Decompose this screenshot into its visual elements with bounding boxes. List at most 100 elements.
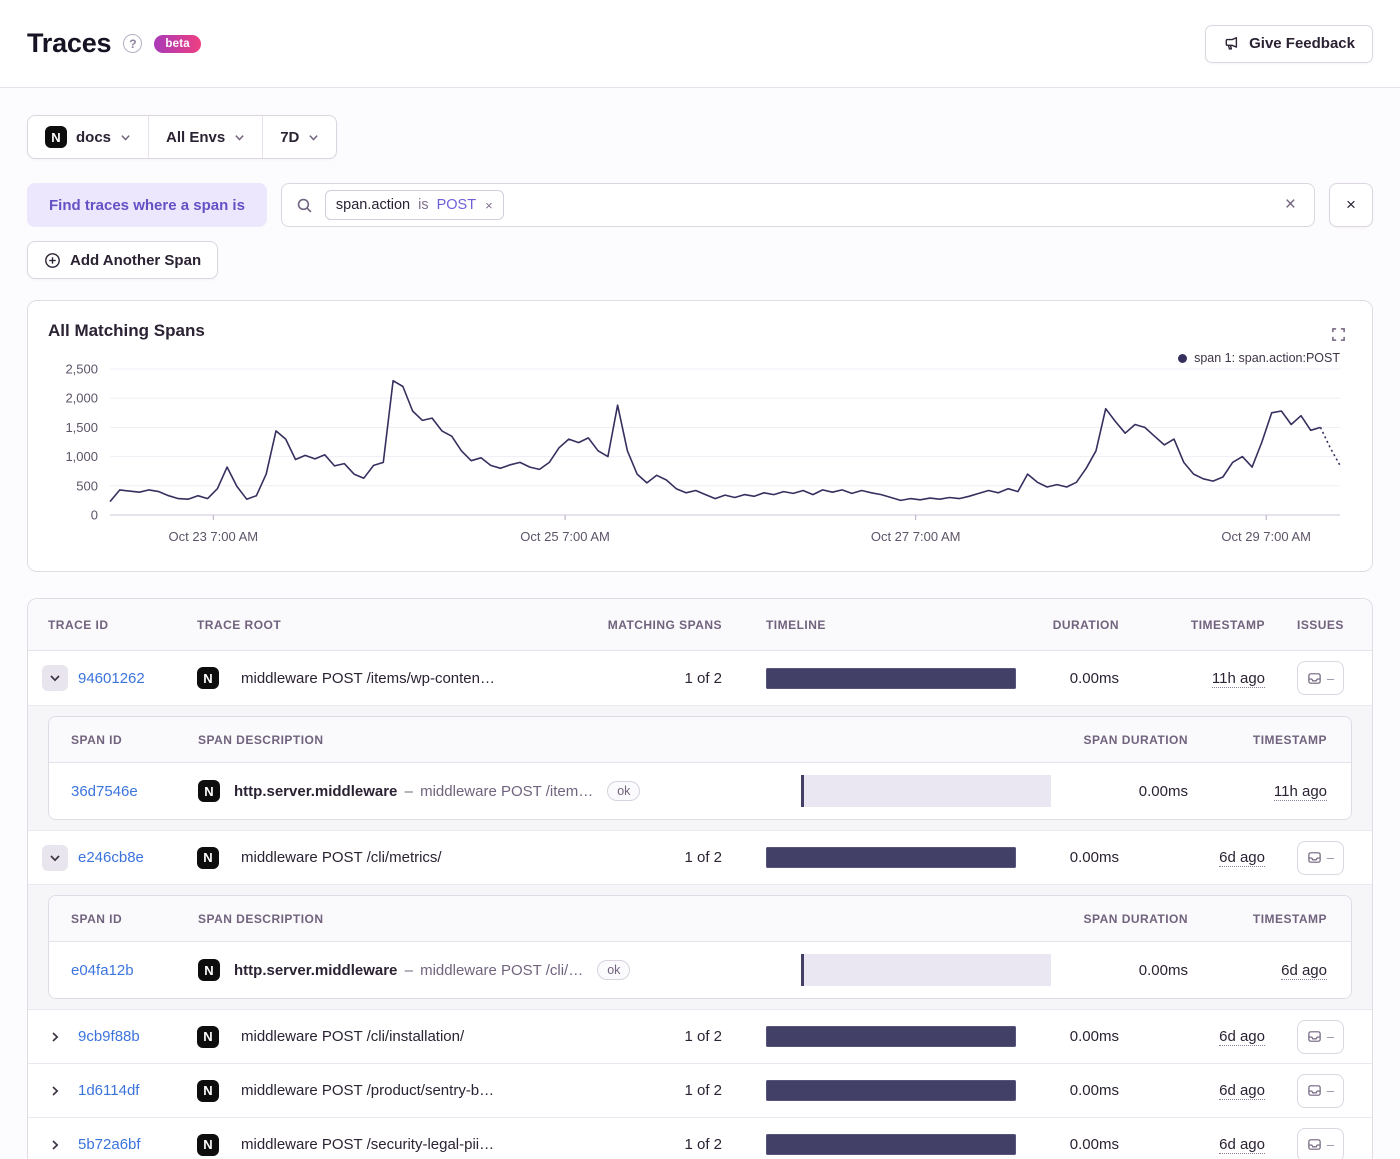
page-header: Traces ? beta Give Feedback [0, 0, 1400, 88]
inbox-icon [1307, 1137, 1322, 1152]
nextjs-icon: N [197, 1025, 219, 1048]
trace-id-link[interactable]: 94601262 [78, 670, 145, 687]
svg-text:Oct 25 7:00 AM: Oct 25 7:00 AM [520, 529, 610, 544]
timestamp-value[interactable]: 6d ago [1219, 1136, 1265, 1154]
separator-dash: – [404, 961, 413, 979]
search-input[interactable] [515, 184, 1269, 226]
svg-text:0: 0 [91, 508, 98, 523]
issues-button[interactable]: – [1297, 1019, 1344, 1054]
span-timeline-bar[interactable] [801, 954, 1051, 986]
svg-text:500: 500 [76, 478, 98, 493]
expand-chevron[interactable] [42, 665, 68, 691]
span-timestamp-value[interactable]: 6d ago [1281, 961, 1327, 980]
span-search-bar[interactable]: span.action is POST × × [280, 183, 1315, 227]
traces-table-body: 94601262 N middleware POST /items/wp-con… [28, 651, 1372, 1159]
token-key: span.action [335, 197, 411, 213]
date-range-filter-label: 7D [280, 128, 300, 146]
span-timeline-bar[interactable] [801, 775, 1051, 807]
add-another-span-label: Add Another Span [70, 251, 202, 269]
trace-id-link[interactable]: e246cb8e [78, 849, 144, 866]
issues-button[interactable]: – [1297, 661, 1344, 695]
span-row[interactable]: 36d7546e N http.server.middleware – midd… [49, 763, 1351, 819]
svg-text:1,000: 1,000 [65, 449, 98, 464]
col-trace-root: TRACE ROOT [197, 617, 282, 632]
expand-chevron[interactable] [42, 1024, 68, 1050]
give-feedback-label: Give Feedback [1249, 35, 1355, 52]
timeline-bar[interactable] [766, 667, 1016, 689]
search-token[interactable]: span.action is POST × [324, 190, 504, 220]
environment-filter[interactable]: All Envs [148, 116, 262, 158]
col-matching-spans: MATCHING SPANS [607, 617, 722, 632]
legend-dot [1178, 353, 1188, 363]
expand-chevron[interactable] [42, 844, 68, 871]
trace-row[interactable]: e246cb8e N middleware POST /cli/metrics/… [28, 830, 1372, 884]
trace-id-link[interactable]: 5b72a6bf [78, 1136, 141, 1153]
give-feedback-button[interactable]: Give Feedback [1205, 24, 1373, 63]
duration-value: 0.00ms [1069, 1028, 1119, 1045]
fullscreen-expand-icon[interactable] [1331, 327, 1346, 342]
expanded-spans-section: SPAN ID SPAN DESCRIPTION SPAN DURATION T… [28, 884, 1372, 1009]
timestamp-value[interactable]: 11h ago [1211, 669, 1265, 688]
trace-id-link[interactable]: 1d6114df [78, 1082, 139, 1099]
trace-id-link[interactable]: 9cb9f88b [78, 1028, 140, 1045]
expand-chevron[interactable] [42, 1078, 68, 1104]
issues-count-placeholder: – [1326, 670, 1335, 686]
col-timestamp: TIMESTAMP [1190, 617, 1265, 632]
timeline-bar[interactable] [766, 1080, 1016, 1101]
span-table-header: SPAN ID SPAN DESCRIPTION SPAN DURATION T… [49, 717, 1351, 763]
timestamp-value[interactable]: 6d ago [1219, 849, 1265, 867]
trace-row[interactable]: 9cb9f88b N middleware POST /cli/installa… [28, 1009, 1372, 1063]
span-status-badge: ok [607, 781, 641, 801]
span-description: middleware POST /item… [420, 782, 594, 800]
trace-row[interactable]: 94601262 N middleware POST /items/wp-con… [28, 651, 1372, 705]
timeline-bar[interactable] [766, 1026, 1016, 1047]
query-label: Find traces where a span is [27, 183, 267, 227]
legend-label: span 1: span.action:POST [1194, 351, 1340, 365]
span-table-header: SPAN ID SPAN DESCRIPTION SPAN DURATION T… [49, 896, 1351, 942]
matching-spans-count: 1 of 2 [684, 1028, 722, 1045]
span-description: middleware POST /cli/… [420, 961, 584, 979]
span-operation: http.server.middleware [234, 961, 398, 979]
timestamp-value[interactable]: 6d ago [1219, 1028, 1265, 1046]
expand-chevron[interactable] [42, 1132, 68, 1158]
token-remove-icon[interactable]: × [485, 198, 493, 213]
svg-text:Oct 29 7:00 AM: Oct 29 7:00 AM [1221, 529, 1311, 544]
col-span-duration: SPAN DURATION [1083, 732, 1188, 747]
trace-row[interactable]: 5b72a6bf N middleware POST /security-leg… [28, 1117, 1372, 1159]
search-clear-icon[interactable]: × [1281, 194, 1300, 216]
chart-legend[interactable]: span 1: span.action:POST [1178, 351, 1340, 365]
remove-span-filter-button[interactable]: × [1329, 183, 1373, 227]
issues-button[interactable]: – [1297, 1127, 1344, 1159]
help-icon[interactable]: ? [123, 34, 143, 53]
span-id-link[interactable]: e04fa12b [71, 962, 134, 979]
span-row[interactable]: e04fa12b N http.server.middleware – midd… [49, 942, 1351, 998]
timeline-bar[interactable] [766, 847, 1016, 868]
traces-table-header: TRACE ID TRACE ROOT MATCHING SPANS TIMEL… [28, 599, 1372, 651]
issues-button[interactable]: – [1297, 1073, 1344, 1108]
timestamp-value[interactable]: 6d ago [1219, 1082, 1265, 1100]
span-id-link[interactable]: 36d7546e [71, 783, 138, 800]
duration-value: 0.00ms [1069, 1136, 1119, 1153]
trace-row[interactable]: 1d6114df N middleware POST /product/sent… [28, 1063, 1372, 1117]
inbox-icon [1307, 1083, 1322, 1098]
spans-chart: 0 500 1,000 1,500 2,000 2,500 Oct 23 7:00 AM Oc… [65, 362, 1341, 544]
token-value: POST [436, 197, 477, 213]
col-span-id: SPAN ID [71, 732, 123, 747]
trace-root-label: middleware POST /security-legal-pii… [241, 1136, 495, 1153]
chevron-down-icon [234, 132, 245, 143]
issues-button[interactable]: – [1297, 840, 1344, 875]
inbox-icon [1307, 671, 1322, 686]
project-filter-label: docs [76, 128, 112, 146]
duration-value: 0.00ms [1069, 669, 1119, 687]
timeline-bar[interactable] [766, 1134, 1016, 1155]
expanded-spans-section: SPAN ID SPAN DESCRIPTION SPAN DURATION T… [28, 705, 1372, 830]
span-timestamp-value[interactable]: 11h ago [1273, 782, 1327, 801]
nextjs-icon: N [197, 1133, 219, 1156]
project-filter[interactable]: N docs [28, 116, 148, 158]
add-another-span-button[interactable]: Add Another Span [27, 241, 219, 279]
col-span-description: SPAN DESCRIPTION [198, 732, 324, 747]
separator-dash: – [404, 782, 413, 800]
date-range-filter[interactable]: 7D [262, 116, 336, 158]
nextjs-icon: N [198, 780, 220, 802]
nextjs-icon: N [198, 959, 220, 981]
